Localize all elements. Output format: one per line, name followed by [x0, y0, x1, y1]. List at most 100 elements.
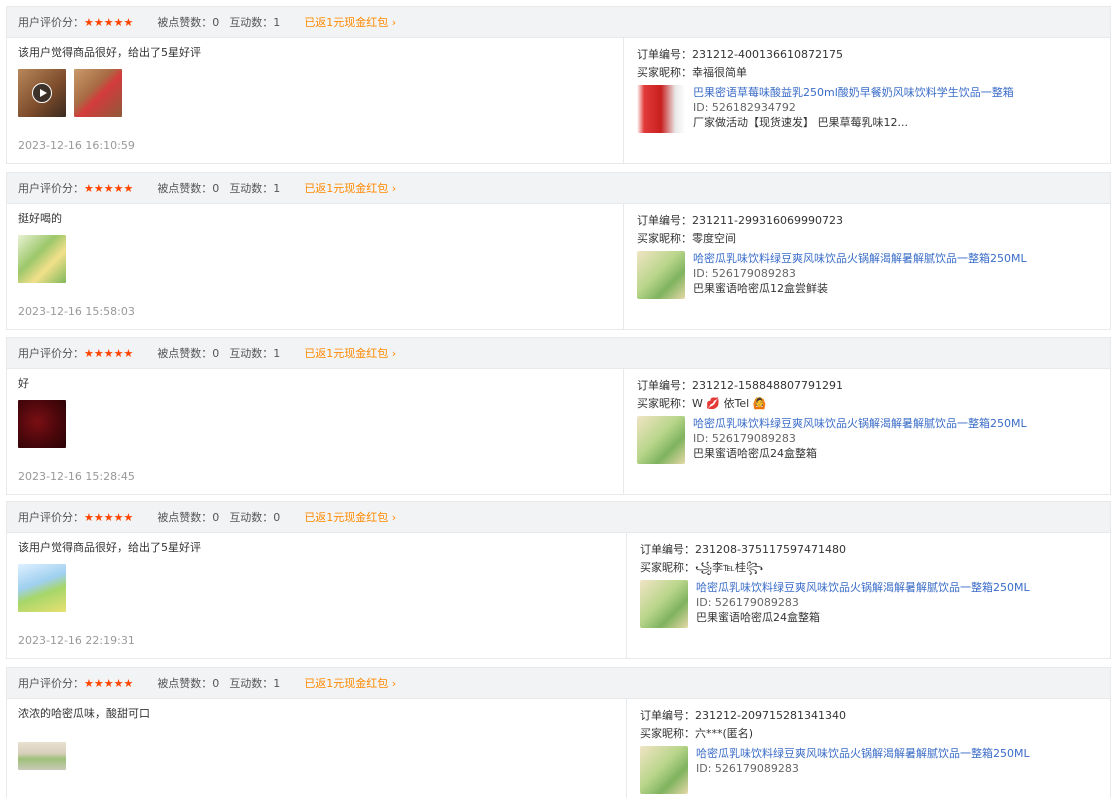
review-content: 好 2023-12-16 15:28:45	[7, 369, 624, 494]
score-label: 用户评价分：	[18, 511, 84, 524]
review-media	[18, 400, 623, 448]
review-text: 挺好喝的	[18, 212, 62, 225]
buyer-nickname: ꧁李℡桂꧂	[695, 561, 764, 574]
buyer-nickname: 幸福很简单	[692, 66, 747, 79]
review-content: 该用户觉得商品很好，给出了5星好评 2023-12-16 16:10:59	[7, 38, 624, 163]
likes-count: 被点赞数：0	[157, 16, 220, 29]
product-sku: 厂家做活动【现货速发】 巴果草莓乳味12...	[693, 116, 908, 129]
star-rating: ★★★★★	[84, 676, 134, 690]
review-time: 2023-12-16 22:19:31	[18, 634, 135, 647]
product-image[interactable]	[640, 580, 688, 628]
order-number-label: 订单编号：	[637, 379, 692, 392]
review-media	[18, 235, 623, 283]
order-number-label: 订单编号：	[637, 214, 692, 227]
interactions-count: 互动数：0	[229, 511, 281, 524]
review-card: 用户评价分： ★★★★★ 被点赞数：0 互动数：1 已返1元现金红包 › 挺好喝…	[6, 172, 1111, 330]
play-icon[interactable]	[32, 83, 52, 103]
product-title-link[interactable]: 哈密瓜乳味饮料绿豆爽风味饮品火锅解渴解暑解腻饮品一整箱250ML	[693, 416, 1027, 431]
order-number-label: 订单编号：	[640, 543, 695, 556]
review-content: 浓浓的哈密瓜味，酸甜可口	[7, 699, 627, 798]
interactions-count: 互动数：1	[229, 347, 281, 360]
product-sku: 巴果蜜语哈密瓜12盒尝鲜装	[693, 282, 828, 295]
likes-count: 被点赞数：0	[157, 511, 220, 524]
buyer-label: 买家昵称：	[637, 397, 692, 410]
review-header: 用户评价分： ★★★★★ 被点赞数：0 互动数：1 已返1元现金红包 ›	[6, 667, 1111, 699]
review-card: 用户评价分： ★★★★★ 被点赞数：0 互动数：1 已返1元现金红包 › 好 2…	[6, 337, 1111, 495]
product-id: ID: 526179089283	[696, 762, 799, 775]
order-number: 231212-400136610872175	[692, 48, 843, 61]
order-info: 订单编号：231211-299316069990723 买家昵称：零度空间 哈密…	[624, 204, 1110, 329]
cash-reward-link[interactable]: 已返1元现金红包 ›	[304, 180, 396, 196]
review-list: 用户评价分： ★★★★★ 被点赞数：0 互动数：1 已返1元现金红包 › 该用户…	[0, 0, 1120, 798]
photo-thumbnail-icon[interactable]	[18, 564, 66, 612]
cash-reward-link[interactable]: 已返1元现金红包 ›	[304, 509, 396, 525]
review-time: 2023-12-16 15:58:03	[18, 305, 135, 318]
score-label: 用户评价分：	[18, 182, 84, 195]
buyer-label: 买家昵称：	[637, 232, 692, 245]
product-id: ID: 526179089283	[696, 596, 799, 609]
review-media	[18, 564, 626, 612]
photo-thumbnail-icon[interactable]	[18, 235, 66, 283]
review-body: 浓浓的哈密瓜味，酸甜可口 订单编号：231212-209715281341340…	[6, 699, 1111, 798]
score-label: 用户评价分：	[18, 347, 84, 360]
buyer-label: 买家昵称：	[640, 561, 695, 574]
star-rating: ★★★★★	[84, 15, 134, 29]
order-number: 231212-209715281341340	[695, 709, 846, 722]
review-media	[18, 69, 623, 117]
review-time: 2023-12-16 15:28:45	[18, 470, 135, 483]
product-title-link[interactable]: 哈密瓜乳味饮料绿豆爽风味饮品火锅解渴解暑解腻饮品一整箱250ML	[693, 251, 1027, 266]
order-number-label: 订单编号：	[640, 709, 695, 722]
order-info: 订单编号：231208-375117597471480 买家昵称：꧁李℡桂꧂ 哈…	[627, 533, 1110, 658]
buyer-nickname: 零度空间	[692, 232, 736, 245]
star-rating: ★★★★★	[84, 510, 134, 524]
buyer-nickname: 六***(匿名)	[695, 727, 754, 740]
cash-reward-link[interactable]: 已返1元现金红包 ›	[304, 675, 396, 691]
review-header: 用户评价分： ★★★★★ 被点赞数：0 互动数：1 已返1元现金红包 ›	[6, 6, 1111, 38]
photo-thumbnail-icon[interactable]	[74, 69, 122, 117]
product-image[interactable]	[640, 746, 688, 794]
review-media	[18, 730, 626, 770]
product-info: 哈密瓜乳味饮料绿豆爽风味饮品火锅解渴解暑解腻饮品一整箱250ML ID: 526…	[637, 416, 1110, 464]
cash-reward-link[interactable]: 已返1元现金红包 ›	[304, 345, 396, 361]
order-number-label: 订单编号：	[637, 48, 692, 61]
photo-thumbnail-icon[interactable]	[18, 742, 66, 770]
order-info: 订单编号：231212-158848807791291 买家昵称：W 💋 依Te…	[624, 369, 1110, 494]
review-content: 该用户觉得商品很好，给出了5星好评 2023-12-16 22:19:31	[7, 533, 627, 658]
review-text: 浓浓的哈密瓜味，酸甜可口	[18, 707, 150, 720]
order-info: 订单编号：231212-400136610872175 买家昵称：幸福很简单 巴…	[624, 38, 1110, 163]
review-header: 用户评价分： ★★★★★ 被点赞数：0 互动数：1 已返1元现金红包 ›	[6, 172, 1111, 204]
cash-reward-link[interactable]: 已返1元现金红包 ›	[304, 14, 396, 30]
review-card: 用户评价分： ★★★★★ 被点赞数：0 互动数：1 已返1元现金红包 › 浓浓的…	[6, 667, 1111, 798]
product-title-link[interactable]: 哈密瓜乳味饮料绿豆爽风味饮品火锅解渴解暑解腻饮品一整箱250ML	[696, 580, 1030, 595]
product-sku: 巴果蜜语哈密瓜24盒整箱	[696, 611, 820, 624]
likes-count: 被点赞数：0	[157, 347, 220, 360]
buyer-label: 买家昵称：	[637, 66, 692, 79]
review-content: 挺好喝的 2023-12-16 15:58:03	[7, 204, 624, 329]
product-info: 哈密瓜乳味饮料绿豆爽风味饮品火锅解渴解暑解腻饮品一整箱250ML ID: 526…	[637, 251, 1110, 299]
product-image[interactable]	[637, 416, 685, 464]
photo-thumbnail-icon[interactable]	[18, 400, 66, 448]
score-label: 用户评价分：	[18, 16, 84, 29]
product-image[interactable]	[637, 251, 685, 299]
review-card: 用户评价分： ★★★★★ 被点赞数：0 互动数：1 已返1元现金红包 › 该用户…	[6, 6, 1111, 164]
star-rating: ★★★★★	[84, 181, 134, 195]
interactions-count: 互动数：1	[229, 16, 281, 29]
order-number: 231212-158848807791291	[692, 379, 843, 392]
review-body: 好 2023-12-16 15:28:45 订单编号：231212-158848…	[6, 369, 1111, 495]
product-title-link[interactable]: 哈密瓜乳味饮料绿豆爽风味饮品火锅解渴解暑解腻饮品一整箱250ML	[696, 746, 1030, 761]
review-header: 用户评价分： ★★★★★ 被点赞数：0 互动数：1 已返1元现金红包 ›	[6, 337, 1111, 369]
review-time: 2023-12-16 16:10:59	[18, 139, 135, 152]
product-id: ID: 526179089283	[693, 267, 796, 280]
review-text: 该用户觉得商品很好，给出了5星好评	[18, 541, 201, 554]
score-label: 用户评价分：	[18, 677, 84, 690]
review-header: 用户评价分： ★★★★★ 被点赞数：0 互动数：0 已返1元现金红包 ›	[6, 501, 1111, 533]
product-sku: 巴果蜜语哈密瓜24盒整箱	[693, 447, 817, 460]
review-text: 该用户觉得商品很好，给出了5星好评	[18, 46, 201, 59]
product-title-link[interactable]: 巴果密语草莓味酸益乳250ml酸奶早餐奶风味饮料学生饮品一整箱	[693, 85, 1014, 100]
video-thumbnail-icon[interactable]	[18, 69, 66, 117]
likes-count: 被点赞数：0	[157, 677, 220, 690]
product-image[interactable]	[637, 85, 685, 133]
interactions-count: 互动数：1	[229, 182, 281, 195]
interactions-count: 互动数：1	[229, 677, 281, 690]
product-id: ID: 526182934792	[693, 101, 796, 114]
